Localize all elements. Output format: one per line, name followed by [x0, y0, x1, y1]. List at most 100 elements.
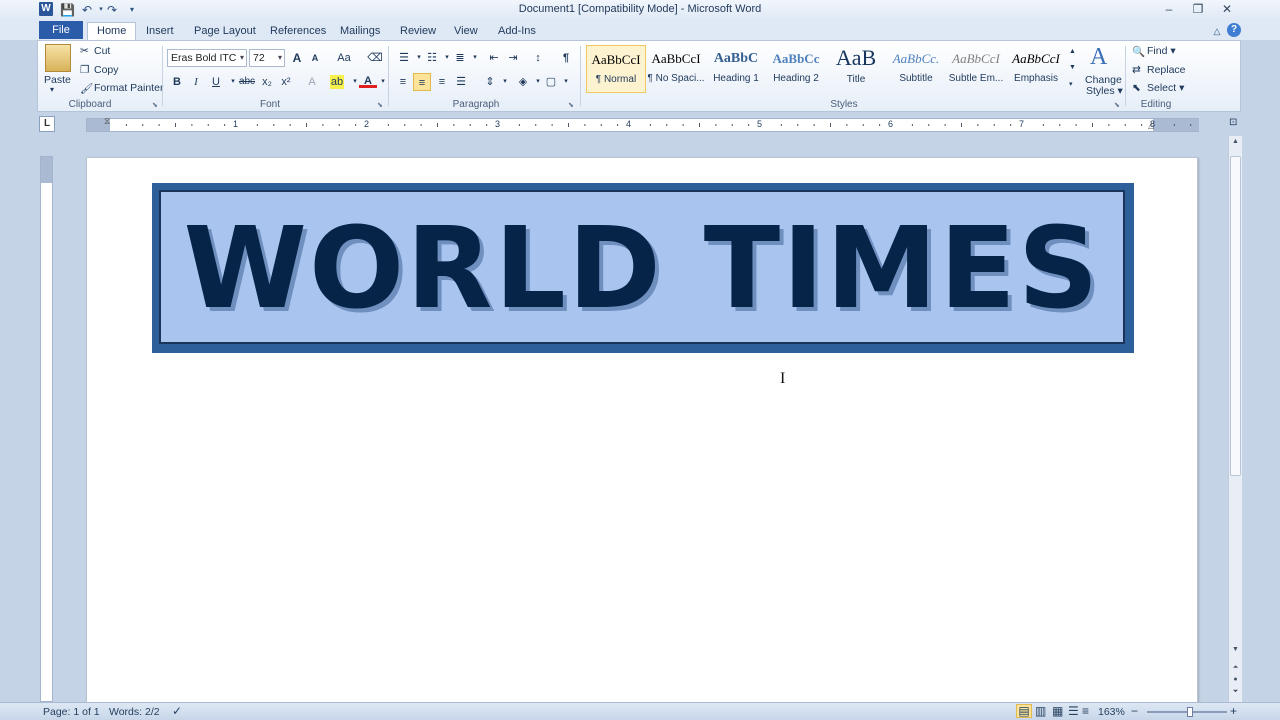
- web-layout-icon[interactable]: ▦: [1052, 704, 1063, 718]
- scroll-up-icon[interactable]: ▲: [1229, 138, 1242, 150]
- format-painter-button[interactable]: Format Painter: [94, 82, 163, 94]
- change-styles-icon[interactable]: A: [1090, 44, 1107, 71]
- word-count[interactable]: Words: 2/2: [109, 706, 160, 718]
- zoom-out-button[interactable]: −: [1131, 704, 1138, 718]
- align-center-icon[interactable]: ≡: [413, 73, 431, 91]
- draft-icon[interactable]: ≡: [1082, 704, 1089, 718]
- copy-button[interactable]: Copy: [94, 64, 119, 76]
- tab-insert[interactable]: Insert: [146, 24, 174, 41]
- font-color-dropdown-icon[interactable]: ▾: [374, 73, 392, 91]
- superscript-button[interactable]: x²: [277, 73, 295, 91]
- replace-icon[interactable]: ⇄: [1132, 64, 1141, 76]
- outline-icon[interactable]: ☰: [1068, 704, 1079, 718]
- font-size-combo[interactable]: 72 ▾: [249, 49, 285, 67]
- style-heading-1[interactable]: AaBbC Heading 1: [706, 45, 766, 93]
- paragraph-launcher-icon[interactable]: ⬊: [568, 101, 574, 109]
- line-spacing-dropdown-icon[interactable]: ▾: [496, 73, 514, 91]
- copy-icon[interactable]: ❐: [80, 64, 89, 76]
- style-title[interactable]: AaB Title: [826, 45, 886, 93]
- grow-font-button[interactable]: A: [288, 49, 306, 67]
- style-normal[interactable]: AaBbCcI ¶ Normal: [586, 45, 646, 93]
- indent-marker-icon[interactable]: ⧖: [104, 116, 110, 127]
- paste-button[interactable]: Paste: [44, 74, 71, 86]
- page-count[interactable]: Page: 1 of 1: [43, 706, 100, 718]
- shrink-font-button[interactable]: A: [306, 49, 324, 67]
- horizontal-ruler[interactable]: 1 2 3 4 5 6 7 8 ⧖ △: [86, 116, 1199, 132]
- tab-references[interactable]: References: [270, 24, 326, 41]
- style-heading-2[interactable]: AaBbCc Heading 2: [766, 45, 826, 93]
- style-subtitle[interactable]: AaBbCc. Subtitle: [886, 45, 946, 93]
- italic-button[interactable]: I: [187, 73, 205, 91]
- increase-indent-icon[interactable]: ⇥: [504, 49, 522, 67]
- text-effects-icon[interactable]: A: [303, 73, 321, 91]
- zoom-in-button[interactable]: +: [1230, 704, 1237, 718]
- clear-formatting-icon[interactable]: ⌫: [366, 49, 384, 67]
- styles-scroll-down-icon[interactable]: ▼: [1069, 64, 1076, 71]
- paste-dropdown-icon[interactable]: ▾: [50, 85, 54, 94]
- tab-page-layout[interactable]: Page Layout: [194, 24, 256, 41]
- style-no-spacing[interactable]: AaBbCcI ¶ No Spaci...: [646, 45, 706, 93]
- tab-view[interactable]: View: [454, 24, 478, 41]
- scroll-down-icon[interactable]: ▼: [1229, 646, 1242, 658]
- decrease-indent-icon[interactable]: ⇤: [485, 49, 503, 67]
- tab-file[interactable]: File: [39, 21, 83, 39]
- change-case-button[interactable]: Aa: [333, 49, 355, 67]
- font-name-combo[interactable]: Eras Bold ITC ▾: [167, 49, 247, 67]
- subscript-button[interactable]: x₂: [258, 73, 276, 91]
- tab-add-ins[interactable]: Add-Ins: [498, 24, 536, 41]
- borders-dropdown-icon[interactable]: ▾: [557, 73, 575, 91]
- select-button[interactable]: Select ▾: [1147, 82, 1184, 94]
- style-subtle-emphasis[interactable]: AaBbCcI Subtle Em...: [946, 45, 1006, 93]
- scroll-thumb[interactable]: [1230, 156, 1241, 476]
- full-screen-reading-icon[interactable]: ▥: [1035, 704, 1046, 718]
- banner-heading[interactable]: WORLD TIMES: [161, 204, 1123, 334]
- tab-home[interactable]: Home: [87, 22, 137, 41]
- browse-object-icon[interactable]: ●: [1229, 676, 1242, 688]
- font-launcher-icon[interactable]: ⬊: [377, 101, 383, 109]
- minimize-ribbon-icon[interactable]: △: [1210, 23, 1224, 39]
- multilevel-dropdown-icon[interactable]: ▾: [466, 49, 484, 67]
- print-layout-icon[interactable]: ▤: [1016, 704, 1032, 718]
- banner-textbox[interactable]: WORLD TIMES: [152, 183, 1134, 353]
- next-page-icon[interactable]: ⏷: [1229, 688, 1242, 700]
- vertical-scrollbar[interactable]: ▲ ▼ ⏶ ● ⏷: [1228, 136, 1242, 702]
- styles-launcher-icon[interactable]: ⬊: [1114, 101, 1120, 109]
- underline-button[interactable]: U: [207, 73, 225, 91]
- change-styles-button-line2[interactable]: Styles ▾: [1086, 85, 1123, 97]
- find-icon[interactable]: 🔍: [1132, 45, 1145, 58]
- find-button[interactable]: Find ▾: [1147, 45, 1176, 57]
- sort-icon[interactable]: ↕: [529, 49, 547, 67]
- clipboard-launcher-icon[interactable]: ⬊: [152, 101, 158, 109]
- restore-button[interactable]: ❐: [1185, 1, 1211, 18]
- select-icon[interactable]: ⬉: [1132, 82, 1141, 94]
- replace-button[interactable]: Replace: [1147, 64, 1186, 76]
- align-left-icon[interactable]: ≡: [394, 73, 412, 91]
- zoom-slider-thumb[interactable]: [1187, 707, 1193, 717]
- cut-icon[interactable]: ✂: [80, 45, 89, 57]
- paste-icon[interactable]: [45, 44, 71, 72]
- vertical-ruler[interactable]: [40, 156, 53, 702]
- strikethrough-button[interactable]: abc: [236, 73, 258, 91]
- tab-mailings[interactable]: Mailings: [340, 24, 380, 41]
- tab-review[interactable]: Review: [400, 24, 436, 41]
- styles-more-icon[interactable]: ▾: [1069, 80, 1073, 88]
- format-painter-icon[interactable]: 🖌: [80, 82, 93, 95]
- highlight-icon[interactable]: ab: [330, 75, 344, 89]
- close-button[interactable]: ✕: [1214, 1, 1240, 18]
- bold-button[interactable]: B: [168, 73, 186, 91]
- help-icon[interactable]: ?: [1227, 23, 1241, 37]
- cut-button[interactable]: Cut: [94, 45, 110, 57]
- paragraph-group-label: Paragraph: [452, 99, 500, 110]
- right-indent-marker-icon[interactable]: △: [1148, 121, 1154, 130]
- style-emphasis[interactable]: AaBbCcI Emphasis: [1006, 45, 1066, 93]
- align-right-icon[interactable]: ≡: [433, 73, 451, 91]
- proofing-icon[interactable]: ✓: [172, 704, 182, 718]
- view-ruler-icon[interactable]: ⊡: [1229, 117, 1237, 128]
- styles-scroll-up-icon[interactable]: ▲: [1069, 48, 1076, 55]
- minimize-button[interactable]: –: [1156, 1, 1182, 18]
- tab-selector[interactable]: L: [39, 116, 55, 132]
- justify-icon[interactable]: ☰: [452, 73, 470, 91]
- show-formatting-button[interactable]: ¶: [557, 49, 575, 67]
- zoom-level[interactable]: 163%: [1098, 706, 1125, 718]
- previous-page-icon[interactable]: ⏶: [1229, 664, 1242, 676]
